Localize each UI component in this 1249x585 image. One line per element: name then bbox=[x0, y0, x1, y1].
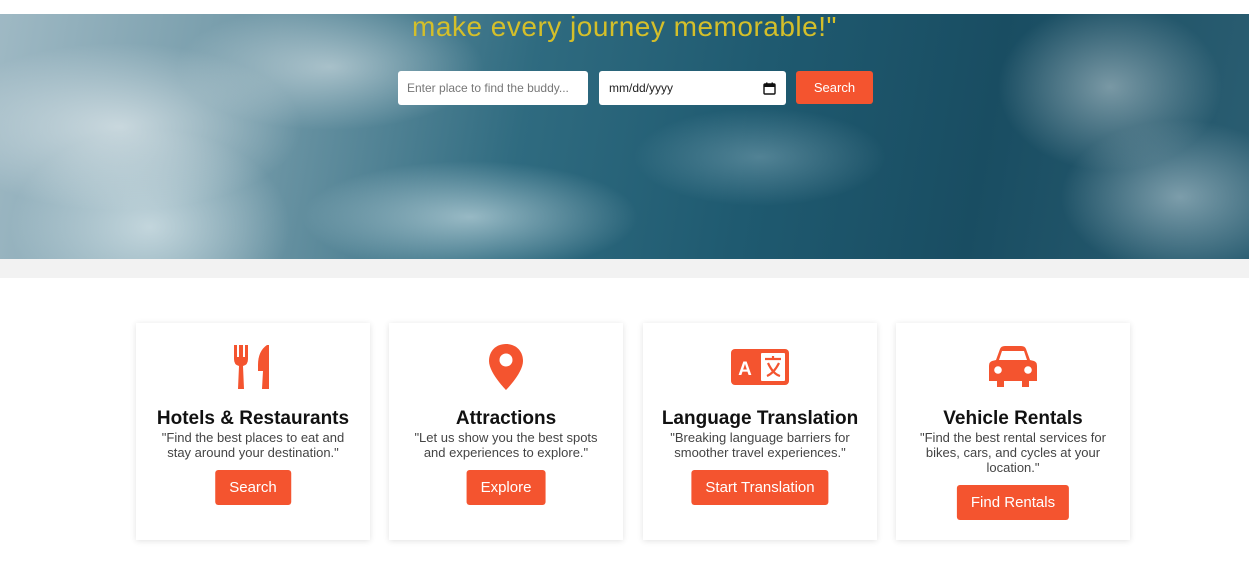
calendar-icon[interactable] bbox=[763, 82, 776, 95]
utensils-icon bbox=[136, 343, 370, 391]
hero-tagline: make every journey memorable!" bbox=[412, 11, 837, 42]
card-attractions: Attractions "Let us show you the best sp… bbox=[389, 323, 623, 540]
card-title: Language Translation bbox=[661, 408, 859, 429]
translate-icon: A bbox=[643, 343, 877, 391]
car-icon bbox=[896, 343, 1130, 391]
card-description: "Breaking language barriers for smoother… bbox=[670, 430, 850, 460]
hero-banner: make every journey memorable!" mm/dd/yyy… bbox=[0, 7, 1249, 259]
date-input[interactable]: mm/dd/yyyy bbox=[599, 71, 786, 105]
card-vehicle-rentals: Vehicle Rentals "Find the best rental se… bbox=[896, 323, 1130, 540]
hotels-search-button[interactable]: Search bbox=[215, 470, 291, 505]
card-description: "Let us show you the best spots and expe… bbox=[414, 430, 598, 460]
section-divider bbox=[0, 259, 1249, 278]
svg-text:A: A bbox=[738, 359, 752, 380]
card-hotels-restaurants: Hotels & Restaurants "Find the best plac… bbox=[136, 323, 370, 540]
date-input-value: mm/dd/yyyy bbox=[609, 81, 674, 95]
card-title: Vehicle Rentals bbox=[943, 408, 1083, 429]
card-language-translation: A Language Translation "Breaking languag… bbox=[643, 323, 877, 540]
explore-button[interactable]: Explore bbox=[466, 470, 546, 505]
start-translation-button[interactable]: Start Translation bbox=[691, 470, 829, 505]
services-section: Hotels & Restaurants "Find the best plac… bbox=[0, 323, 1249, 541]
card-description: "Find the best rental services for bikes… bbox=[920, 430, 1106, 475]
map-pin-icon bbox=[389, 343, 623, 391]
card-title: Attractions bbox=[455, 408, 557, 429]
card-title: Hotels & Restaurants bbox=[156, 408, 350, 429]
find-rentals-button[interactable]: Find Rentals bbox=[956, 485, 1070, 520]
card-description: "Find the best places to eat and stay ar… bbox=[161, 430, 345, 460]
place-search-input[interactable] bbox=[398, 71, 588, 105]
search-button[interactable]: Search bbox=[796, 71, 873, 104]
